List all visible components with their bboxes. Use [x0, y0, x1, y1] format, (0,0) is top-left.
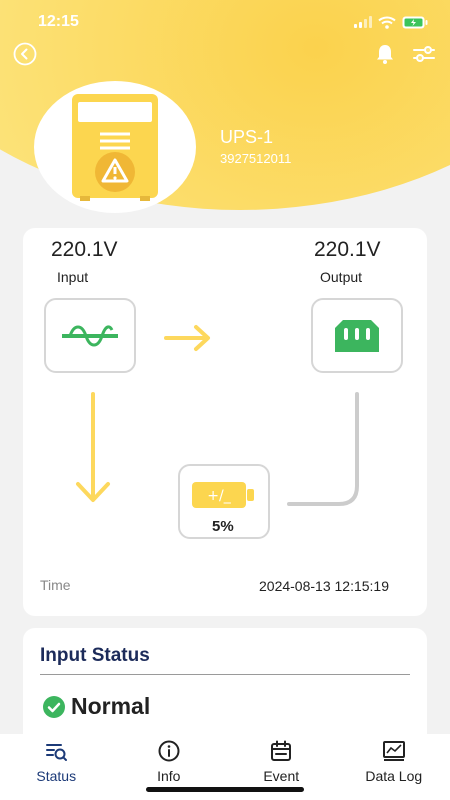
- arrow-right-icon: [164, 325, 210, 351]
- signal-icon: [354, 16, 372, 28]
- input-status-title: Input Status: [40, 645, 150, 666]
- back-arrow-icon: [13, 42, 37, 66]
- sliders-icon: [413, 46, 435, 62]
- tab-status-label: Status: [36, 768, 77, 784]
- arrow-down-icon: [76, 392, 110, 502]
- time-value: 2024-08-13 12:15:19: [259, 578, 389, 594]
- device-id: 3927512011: [220, 151, 292, 166]
- output-tile[interactable]: [311, 298, 403, 373]
- ups-device-icon: [72, 94, 158, 201]
- power-outlet-icon: [335, 319, 379, 352]
- wifi-icon: [378, 16, 396, 29]
- divider: [40, 674, 410, 675]
- time-label: Time: [40, 577, 71, 593]
- input-tile[interactable]: [44, 298, 136, 373]
- calendar-icon: [271, 740, 292, 761]
- check-circle-icon: [43, 696, 65, 718]
- input-label: Input: [57, 269, 89, 285]
- chart-log-icon: [382, 741, 405, 761]
- tab-data-log[interactable]: Data Log: [338, 734, 450, 800]
- tab-event-label: Event: [263, 768, 300, 784]
- battery-charging-icon: [402, 16, 428, 28]
- tab-data-log-label: Data Log: [365, 768, 423, 784]
- output-label: Output: [320, 269, 363, 285]
- tab-status[interactable]: Status: [0, 734, 113, 800]
- input-status-value: Normal: [71, 693, 151, 719]
- status-list-icon: [46, 744, 68, 761]
- settings-button[interactable]: [412, 43, 436, 65]
- power-flow-card: 220.1V Input 220.1V Output +/_ 5% Time 2…: [23, 228, 427, 616]
- output-voltage: 220.1V: [314, 238, 381, 261]
- device-image: [34, 81, 196, 213]
- device-name: UPS-1: [220, 127, 274, 147]
- ac-sine-wave-icon: [62, 324, 118, 346]
- bell-icon: [377, 45, 393, 64]
- notifications-button[interactable]: [374, 43, 396, 65]
- status-time: 12:15: [38, 13, 79, 30]
- svg-text:+/_: +/_: [207, 488, 231, 504]
- battery-percent: 5%: [212, 518, 234, 535]
- battery-icon: +/_: [192, 482, 254, 508]
- input-voltage: 220.1V: [51, 238, 118, 261]
- home-indicator[interactable]: [146, 787, 304, 792]
- back-button[interactable]: [13, 42, 37, 66]
- battery-output-line: [287, 392, 359, 506]
- status-bar: 12:15: [0, 0, 450, 44]
- tab-info-label: Info: [157, 768, 181, 784]
- info-icon: [158, 740, 180, 762]
